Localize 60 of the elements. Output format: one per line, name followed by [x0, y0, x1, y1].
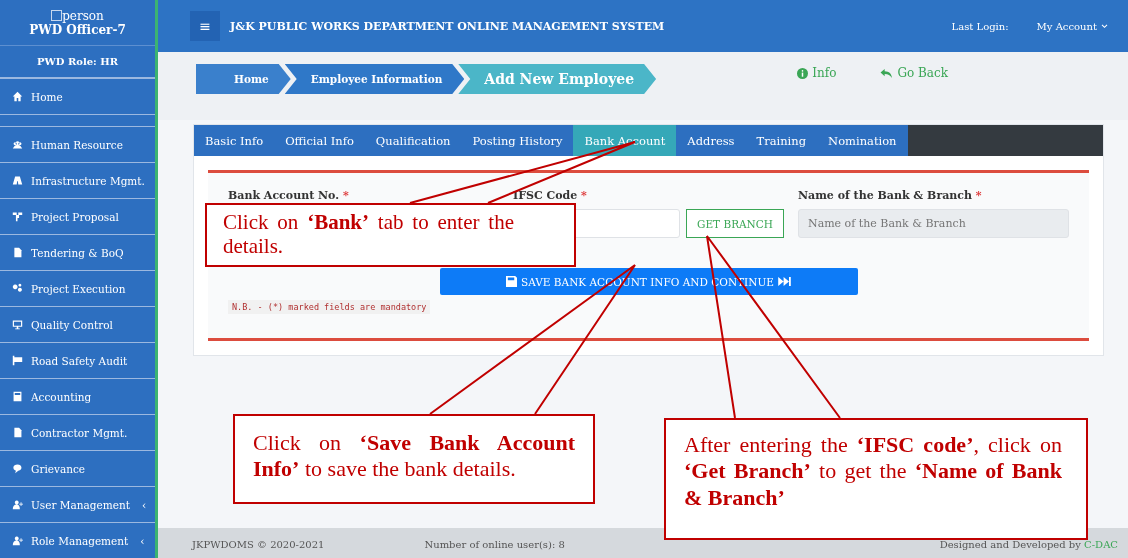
mandatory-note: N.B. - (*) marked fields are mandatory — [228, 300, 431, 314]
sidebar-icon — [12, 319, 23, 330]
sidebar-item[interactable]: Infrastructure Mgmt. — [0, 162, 155, 198]
action-link[interactable]: Info — [797, 66, 837, 80]
sidebar-icon — [12, 211, 23, 222]
sidebar-item[interactable]: Home — [0, 78, 155, 114]
callout-tooltip: Click on ‘Save Bank Account Info’ to save the bank details. — [233, 414, 595, 504]
action-link[interactable]: Go Back — [880, 66, 948, 80]
sidebar-icon — [12, 427, 23, 438]
field-label: Bank Account No. * — [228, 189, 350, 202]
app-title: J&K PUBLIC WORKS DEPARTMENT ONLINE MANAGEMENT SYSTEM — [230, 19, 665, 33]
sidebar-icon — [12, 91, 23, 102]
sidebar-icon — [12, 175, 23, 186]
info-icon — [797, 67, 809, 79]
fast-forward-icon — [777, 277, 791, 286]
sidebar-item[interactable]: Role Management ‹ — [0, 522, 155, 558]
tab[interactable]: Training — [745, 125, 818, 156]
user-name: PWD Officer-7 — [29, 22, 126, 37]
online-users-text: Number of online user(s): 8 — [424, 538, 565, 550]
menu-button[interactable]: ≡ — [190, 11, 220, 41]
broken-image-icon — [51, 10, 63, 22]
sidebar-icon — [12, 355, 23, 366]
tab[interactable]: Basic Info — [194, 125, 275, 156]
breadcrumb-link[interactable]: Home — [196, 64, 291, 94]
user-icon-label: person — [62, 8, 104, 23]
sidebar-icon — [12, 463, 23, 474]
last-login-label: Last Login: — [951, 20, 1009, 32]
account-menu[interactable]: My Account — [1030, 19, 1114, 33]
sidebar-item[interactable]: User Management ‹ — [0, 486, 155, 522]
tab[interactable]: Address — [676, 125, 746, 156]
sidebar-item[interactable]: Grievance — [0, 450, 155, 486]
user-role: PWD Role: HR — [37, 56, 118, 68]
callout-tooltip: After entering the ‘IFSC code’, click on ‘Get Branch’ to get the ‘Name of Bank & Branch’ — [664, 418, 1088, 540]
sidebar-item[interactable]: Tendering & BoQ — [0, 234, 155, 270]
field-label: IFSC Code * — [513, 189, 588, 202]
sidebar-icon — [12, 391, 23, 402]
callout-tooltip: Click on ‘Bank’ tab to enter the details. — [205, 203, 576, 267]
copyright-text: JKPWDOMS © 2020-2021 — [192, 538, 325, 550]
get-branch-button[interactable]: GET BRANCH — [686, 209, 784, 238]
credit-text: Designed and Developed by — [939, 538, 1081, 550]
sidebar-icon — [12, 499, 23, 510]
tab[interactable]: Qualification — [364, 125, 462, 156]
sidebar-item[interactable]: Human Resource — [0, 126, 155, 162]
sidebar-item[interactable]: Project Proposal — [0, 198, 155, 234]
breadcrumb-link[interactable]: Employee Information — [284, 64, 465, 94]
chevron-down-icon — [1101, 23, 1108, 29]
sidebar-icon — [12, 247, 23, 258]
tab[interactable]: Nomination — [817, 125, 908, 156]
sidebar-icon — [12, 283, 23, 294]
sidebar-item[interactable]: Quality Control — [0, 306, 155, 342]
tab[interactable]: Official Info — [274, 125, 365, 156]
sidebar-item[interactable]: Project Execution — [0, 270, 155, 306]
sidebar-icon — [12, 535, 23, 546]
sidebar-item[interactable]: Road Safety Audit — [0, 342, 155, 378]
sidebar-icon — [12, 139, 23, 150]
reply-arrow-icon — [880, 67, 894, 79]
sidebar-item[interactable]: Accounting — [0, 378, 155, 414]
tab[interactable]: Posting History — [461, 125, 574, 156]
field-label: Name of the Bank & Branch * — [798, 189, 983, 202]
sidebar-item[interactable]: Contractor Mgmt. — [0, 414, 155, 450]
